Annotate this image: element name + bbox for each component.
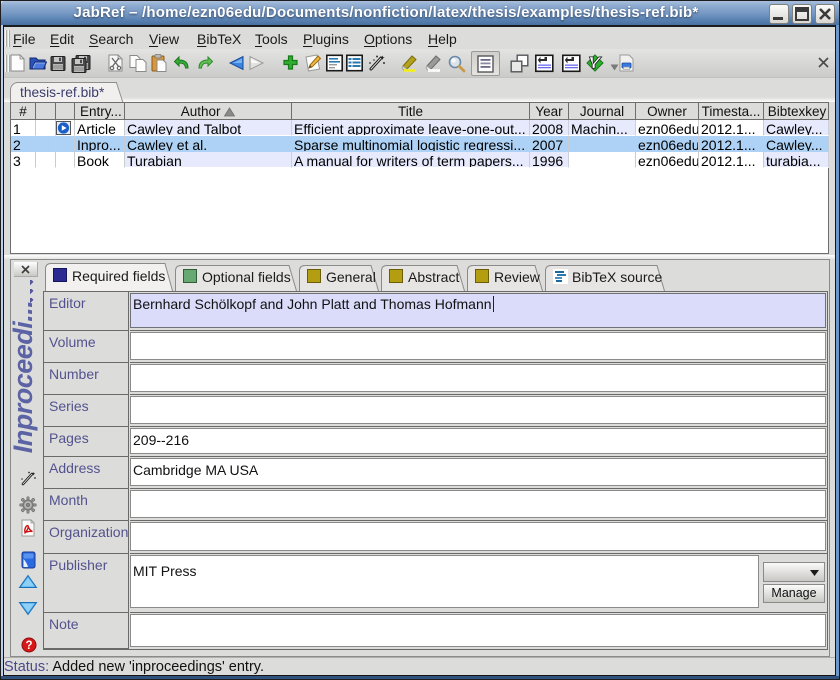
svg-text:?: ? — [25, 640, 32, 652]
